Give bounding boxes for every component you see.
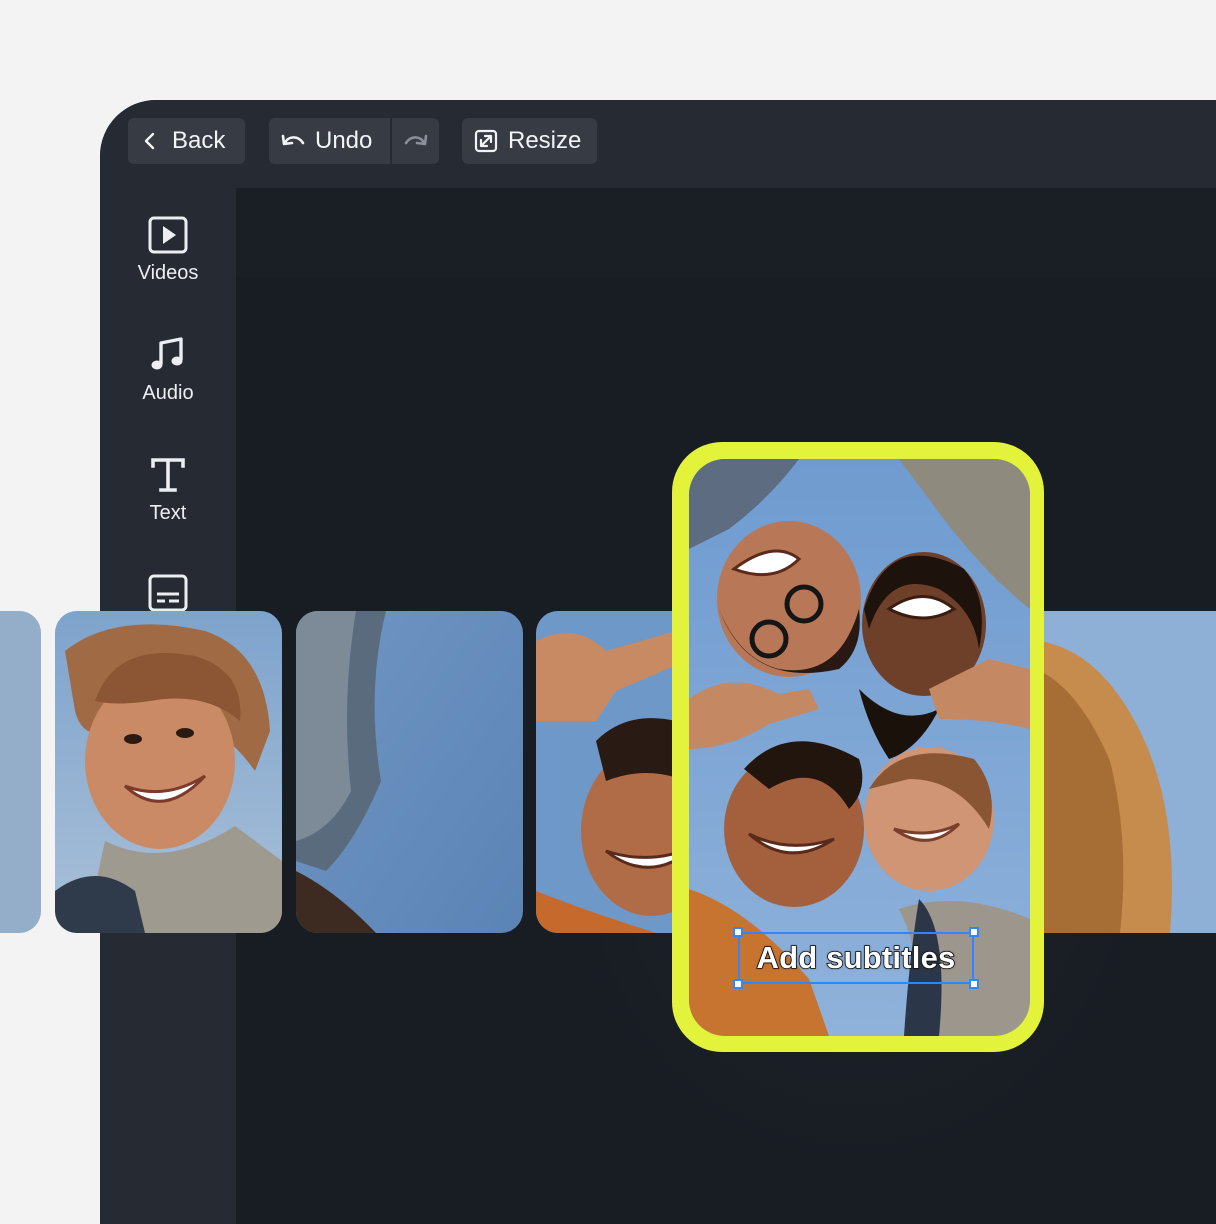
canvas-ruler [236,188,1216,278]
video-frame-image [296,611,523,933]
sidebar-item-label: Text [149,502,187,524]
timeline-clip[interactable] [55,611,282,933]
video-frame-image [55,611,282,933]
undo-arrow-icon [281,134,305,146]
text-t-icon [151,458,185,492]
undo-label: Undo [315,127,373,154]
timeline-clip[interactable] [296,611,523,933]
top-toolbar: Back Undo Resize [100,100,1216,188]
sidebar-item-text[interactable]: Text [100,456,236,525]
video-frame-image [1040,611,1216,933]
redo-button[interactable] [392,118,439,164]
undo-button[interactable]: Undo [269,118,390,164]
sidebar-item-label: Audio [142,382,194,404]
timeline-clip[interactable] [0,611,41,933]
subtitles-icon [148,574,188,612]
back-button[interactable]: Back [128,118,245,164]
chevron-left-icon [144,132,155,150]
resize-handle-top-right[interactable] [969,927,979,937]
sidebar-item-audio[interactable]: Audio [100,336,236,405]
sidebar-item-subtitles[interactable] [100,574,236,612]
back-label: Back [172,127,226,154]
sidebar-item-label: Videos [137,262,199,284]
subtitle-text[interactable]: Add subtitles [756,939,956,976]
resize-label: Resize [508,127,582,154]
resize-handle-top-left[interactable] [733,927,743,937]
subtitle-text-box[interactable]: Add subtitles [738,932,974,984]
play-square-icon [148,216,188,254]
video-frame-image [0,611,41,933]
redo-arrow-icon [404,134,427,146]
music-note-icon [151,337,183,370]
resize-handle-bottom-left[interactable] [733,979,743,989]
resize-icon [474,129,498,153]
timeline-clip[interactable] [1040,611,1216,933]
resize-button[interactable]: Resize [462,118,597,164]
sidebar-item-videos[interactable]: Videos [100,216,236,285]
resize-handle-bottom-right[interactable] [969,979,979,989]
